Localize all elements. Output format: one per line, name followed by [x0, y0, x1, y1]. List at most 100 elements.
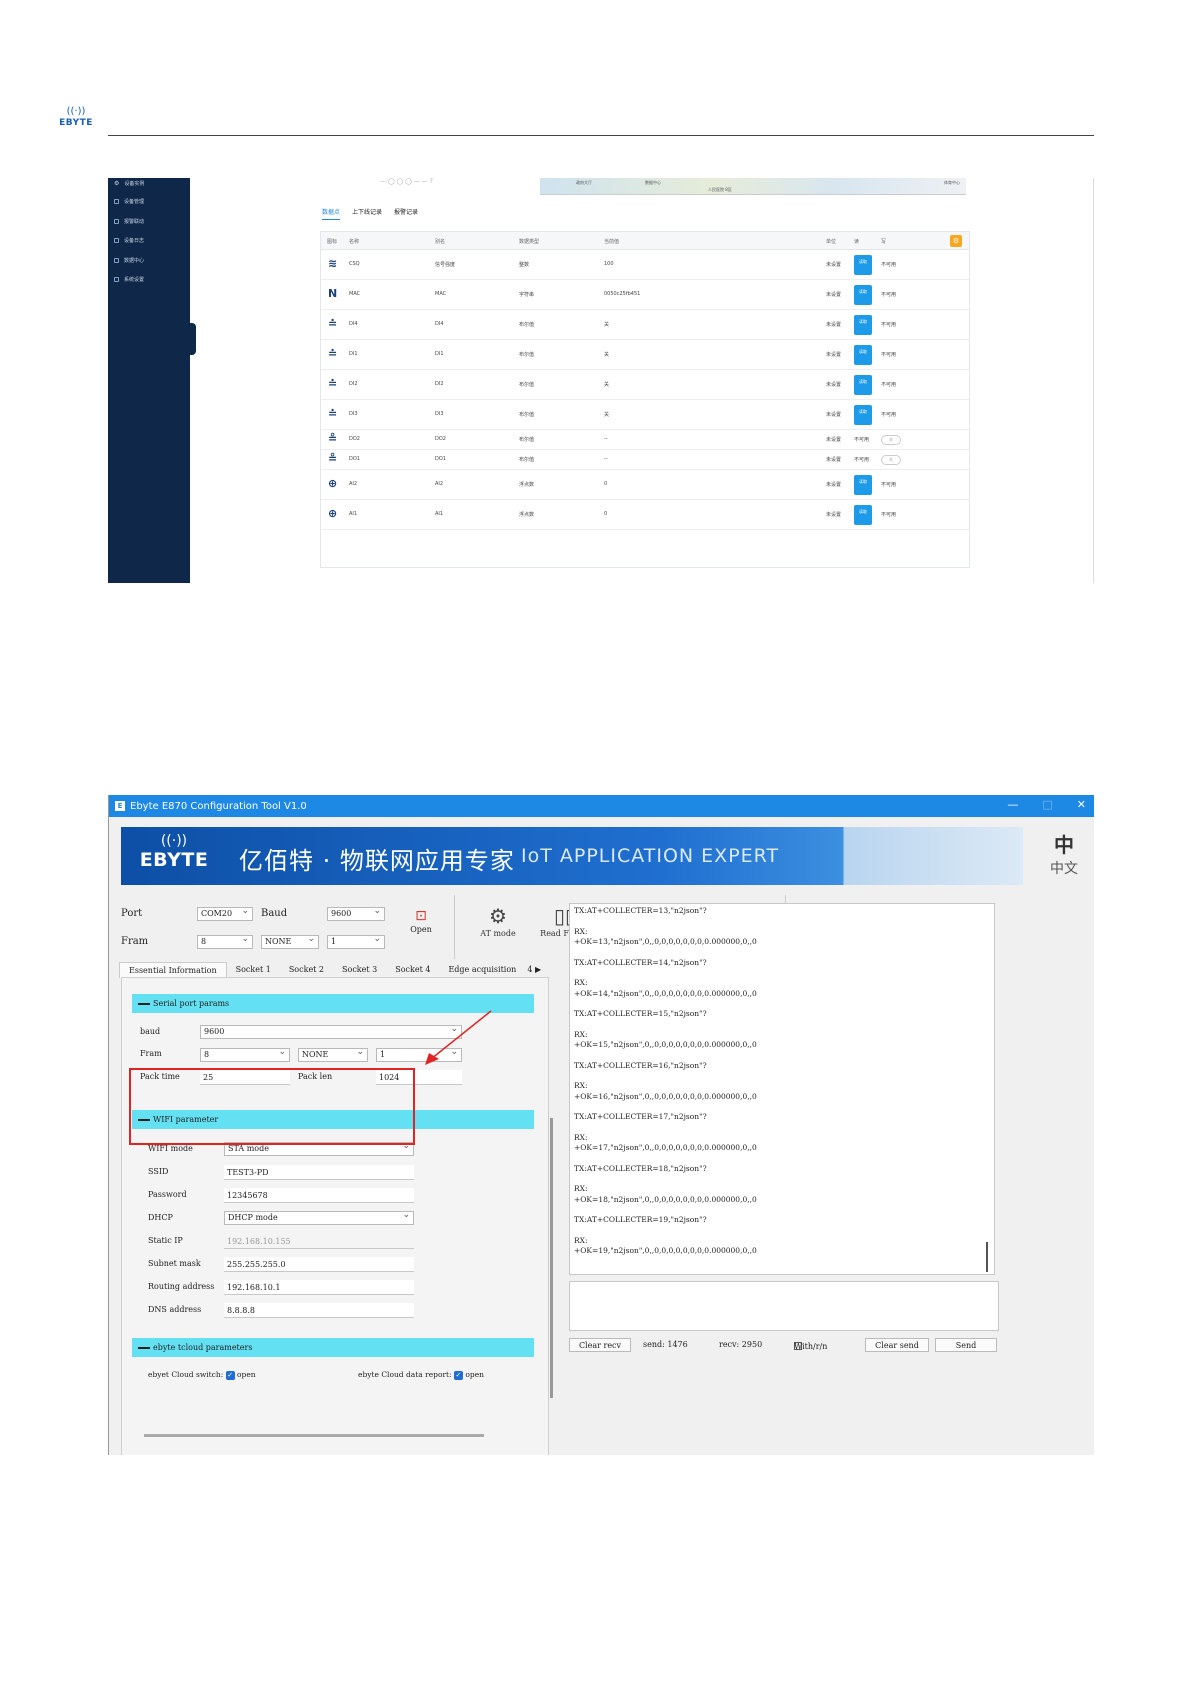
- web-platform-screenshot: ⚙ 设备实例 设备管理 报警联动 设备日志 数据中心 系统设置 — ◯ ◯ ◯ …: [108, 178, 1094, 583]
- sidebar-item-system[interactable]: 系统设置: [108, 270, 190, 290]
- row-type: 整数: [519, 262, 530, 268]
- letter-n-icon: N: [328, 287, 338, 300]
- read-button[interactable]: 读取: [854, 405, 872, 425]
- close-button[interactable]: ✕: [1077, 798, 1086, 811]
- cloud-switch[interactable]: ebyet Cloud switch: ✓ open: [148, 1370, 256, 1380]
- row-alias: MAC: [435, 291, 447, 297]
- datapoint-table: 图标 名称 别名 数据类型 当前值 单位 读 写 ⚙ ≋ CSQ 信号强度 整数 100…: [320, 231, 970, 568]
- row-unit: 未设置: [826, 412, 842, 418]
- menu-icon: [114, 277, 119, 283]
- read-button[interactable]: 读取: [854, 255, 872, 275]
- routing-input[interactable]: 192.168.10.1: [224, 1280, 414, 1295]
- tab-alarm-records[interactable]: 报警记录: [394, 207, 418, 220]
- table-row: ≐ DI3 DI3 布尔值 关 未设置 读取 不可用: [321, 400, 969, 430]
- tab-socket-4[interactable]: Socket 4: [386, 962, 439, 978]
- row-name: DI2: [349, 381, 358, 387]
- column-header: 读: [854, 239, 860, 245]
- send-input[interactable]: [569, 1281, 999, 1331]
- sidebar-item-label: 设备管理: [124, 199, 145, 206]
- table-settings-icon[interactable]: ⚙: [950, 235, 962, 247]
- signal-waves-icon: ((·)): [66, 106, 86, 117]
- sidebar-item-alarm[interactable]: 报警联动: [108, 212, 190, 232]
- dns-input[interactable]: 8.8.8.8: [224, 1303, 414, 1318]
- password-input[interactable]: 12345678: [224, 1188, 414, 1203]
- fram-bits-select[interactable]: 8: [200, 1046, 290, 1062]
- ssid-input[interactable]: TEST3-PD: [224, 1165, 414, 1180]
- row-read: 不可用: [854, 457, 870, 463]
- sidebar-item-data-center[interactable]: 数据中心: [108, 251, 190, 271]
- fram-parity-select[interactable]: NONE: [298, 1046, 368, 1062]
- row-name: DO1: [349, 456, 360, 462]
- read-button[interactable]: 读取: [854, 315, 872, 335]
- sidebar-item-device-manage[interactable]: 设备管理: [108, 192, 190, 212]
- routing-label: Routing address: [148, 1282, 215, 1291]
- port-label: Port: [121, 908, 143, 919]
- window-titlebar: E Ebyte E870 Configuration Tool V1.0 — □…: [109, 795, 1094, 817]
- port-select[interactable]: COM20: [197, 905, 253, 921]
- column-header: 图标: [327, 239, 338, 245]
- read-button[interactable]: 读取: [854, 475, 872, 495]
- log-rx-block: RX: +OK=17,"n2json",0,,0,0,0,0,0,0,0,0.00…: [574, 1133, 990, 1154]
- read-button[interactable]: 读取: [854, 375, 872, 395]
- tab-edge-acquisition[interactable]: Edge acquisition: [439, 962, 525, 978]
- row-unit: 未设置: [826, 292, 842, 298]
- row-read: 不可用: [854, 437, 870, 443]
- tab-socket-1[interactable]: Socket 1: [227, 962, 280, 978]
- table-row: ≐ DI2 DI2 布尔值 关 未设置 读取 不可用: [321, 370, 969, 400]
- minimize-button[interactable]: —: [1007, 798, 1018, 811]
- section-title: Serial port params: [153, 999, 230, 1008]
- row-write: 不可用: [881, 322, 897, 328]
- banner-logo-text: EBYTE: [139, 849, 209, 871]
- log-scrollbar[interactable]: [986, 1242, 988, 1272]
- send-button[interactable]: Send: [935, 1338, 997, 1352]
- sidebar-item-device-instance[interactable]: ⚙ 设备实例: [108, 178, 190, 187]
- parity-select[interactable]: NONE: [261, 933, 319, 949]
- tab-socket-3[interactable]: Socket 3: [333, 962, 386, 978]
- checkbox-checked-icon[interactable]: ✓: [225, 1370, 235, 1380]
- app-icon: E: [115, 801, 125, 811]
- clear-send-button[interactable]: Clear send: [865, 1338, 929, 1352]
- row-name: DI3: [349, 411, 358, 417]
- row-write: 不可用: [881, 512, 897, 518]
- row-name: DO2: [349, 436, 360, 442]
- digital-input-icon: ≐: [328, 347, 338, 360]
- log-ok-line: +OK=18,"n2json",0,,0,0,0,0,0,0,0,0.00000…: [574, 1194, 757, 1204]
- row-type: 浮点数: [519, 482, 535, 488]
- dhcp-select[interactable]: DHCP mode: [224, 1209, 414, 1225]
- read-button[interactable]: 读取: [854, 285, 872, 305]
- tab-online-records[interactable]: 上下线记录: [352, 207, 382, 220]
- at-mode-button[interactable]: ⚙ AT mode: [465, 903, 531, 938]
- language-switch[interactable]: 中 中文: [1039, 829, 1089, 878]
- write-toggle[interactable]: 关: [881, 455, 901, 465]
- tab-datapoints[interactable]: 数据点: [322, 207, 341, 220]
- read-button[interactable]: 读取: [854, 505, 872, 525]
- map-label: 政府大厅: [576, 180, 592, 185]
- horizontal-scrollbar[interactable]: [144, 1434, 484, 1437]
- static-ip-input[interactable]: 192.168.10.155: [224, 1234, 414, 1249]
- cloud-report[interactable]: ebyte Cloud data report: ✓ open: [358, 1370, 484, 1380]
- sidebar-collapse-handle[interactable]: [188, 323, 196, 355]
- open-label: Open: [410, 925, 432, 934]
- row-alias: AI1: [435, 511, 444, 517]
- vertical-scrollbar[interactable]: [550, 1118, 553, 1398]
- open-button[interactable]: ⊡ Open: [401, 907, 441, 934]
- tab-socket-2[interactable]: Socket 2: [280, 962, 333, 978]
- sidebar-item-device-log[interactable]: 设备日志: [108, 231, 190, 251]
- read-button[interactable]: 读取: [854, 345, 872, 365]
- row-name: DI1: [349, 351, 358, 357]
- tab-scroll-arrows[interactable]: 4 ▶: [525, 962, 543, 978]
- table-row: ⊕ AI1 AI1 浮点数 0 未设置 读取 不可用: [321, 500, 969, 530]
- clear-recv-button[interactable]: Clear recv: [569, 1338, 631, 1352]
- signal-waves-icon: ((·)): [160, 833, 188, 849]
- maximize-button[interactable]: □: [1042, 798, 1052, 811]
- row-alias: DO1: [435, 456, 446, 462]
- row-alias: DI2: [435, 381, 444, 387]
- write-toggle[interactable]: 关: [881, 435, 901, 445]
- checkbox-checked-icon[interactable]: ✓: [453, 1370, 463, 1380]
- data-bits-select[interactable]: 8: [197, 933, 253, 949]
- subnet-input[interactable]: 255.255.255.0: [224, 1257, 414, 1272]
- stop-bits-select[interactable]: 1: [327, 933, 385, 949]
- tab-essential-information[interactable]: Essential Information: [119, 962, 227, 978]
- baud-select[interactable]: 9600: [327, 905, 385, 921]
- log-rx-block: RX: +OK=16,"n2json",0,,0,0,0,0,0,0,0,0.00…: [574, 1081, 990, 1102]
